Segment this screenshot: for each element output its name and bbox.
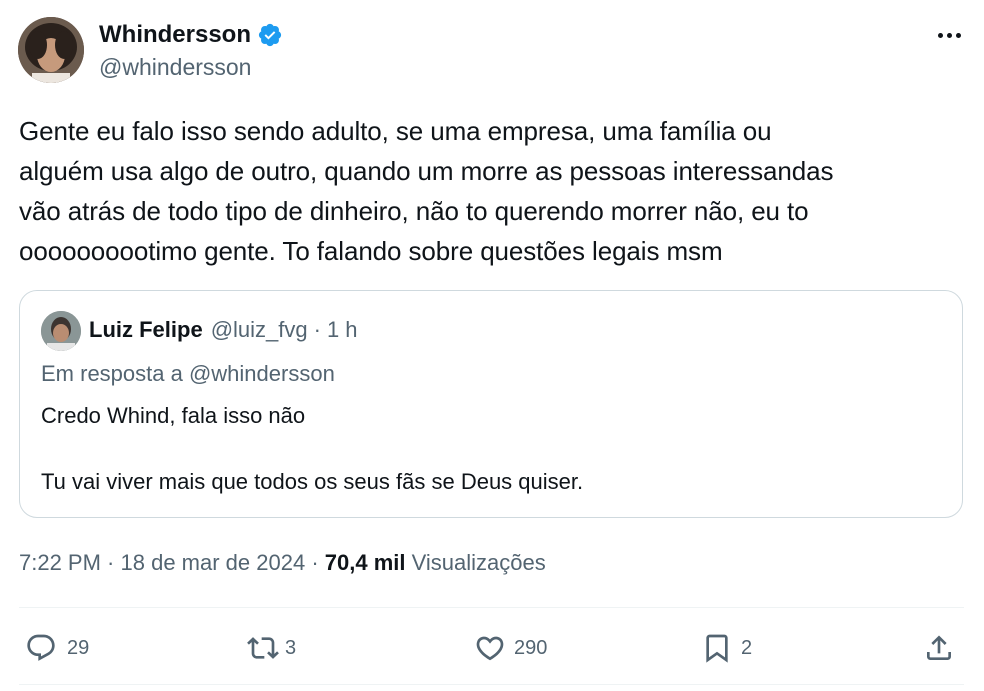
- quoted-tweet[interactable]: Luiz Felipe @luiz_fvg · 1 h Em resposta …: [19, 290, 963, 518]
- verified-badge-icon[interactable]: [257, 22, 283, 48]
- author-avatar[interactable]: [18, 17, 84, 83]
- quote-text-line: Credo Whind, fala isso não: [41, 403, 306, 428]
- reply-icon: [27, 634, 55, 661]
- tweet-meta: 7:22 PM · 18 de mar de 2024 · 70,4 mil V…: [19, 550, 546, 576]
- more-icon[interactable]: [934, 22, 964, 48]
- like-icon: [476, 636, 504, 661]
- tweet-text: Gente eu falo isso sendo adulto, se uma …: [19, 116, 834, 266]
- quote-text-line: Tu vai viver mais que todos os seus fãs …: [41, 469, 584, 494]
- author-display-name[interactable]: Whindersson: [99, 21, 251, 49]
- quote-timestamp[interactable]: 1 h: [327, 317, 358, 343]
- views-label: Visualizações: [405, 550, 546, 575]
- reply-button[interactable]: 29: [25, 632, 89, 664]
- bookmark-button[interactable]: 2: [701, 632, 752, 664]
- reply-count: 29: [67, 636, 90, 659]
- author-name-row: Whindersson: [99, 20, 283, 50]
- quote-header: Luiz Felipe @luiz_fvg · 1 h: [89, 317, 358, 343]
- quote-reply-context: Em resposta a @whindersson: [41, 361, 335, 386]
- action-bar: 29 3 290 2: [19, 620, 964, 676]
- like-button[interactable]: 290: [474, 632, 547, 664]
- bookmark-icon: [706, 634, 728, 663]
- divider: [19, 684, 964, 685]
- quote-author-avatar[interactable]: [41, 311, 81, 351]
- author-handle[interactable]: @whindersson: [99, 54, 251, 81]
- like-count: 290: [514, 636, 548, 659]
- tweet-time[interactable]: 7:22 PM: [19, 550, 101, 575]
- repost-button[interactable]: 3: [247, 632, 296, 664]
- views-count[interactable]: 70,4 mil: [325, 550, 406, 575]
- tweet: Whindersson @whindersson Gente eu falo i…: [0, 0, 984, 691]
- divider: [19, 607, 964, 608]
- quote-author-handle[interactable]: @luiz_fvg: [211, 317, 308, 343]
- share-button[interactable]: [923, 632, 955, 664]
- tweet-date[interactable]: 18 de mar de 2024: [121, 550, 306, 575]
- share-icon: [927, 635, 951, 660]
- meta-separator: ·: [100, 550, 121, 575]
- repost-count: 3: [285, 636, 297, 659]
- bookmark-count: 2: [741, 636, 753, 659]
- repost-icon: [247, 637, 279, 659]
- quote-author-name[interactable]: Luiz Felipe: [89, 317, 203, 343]
- quote-separator: ·: [313, 317, 321, 342]
- meta-separator: ·: [305, 550, 325, 575]
